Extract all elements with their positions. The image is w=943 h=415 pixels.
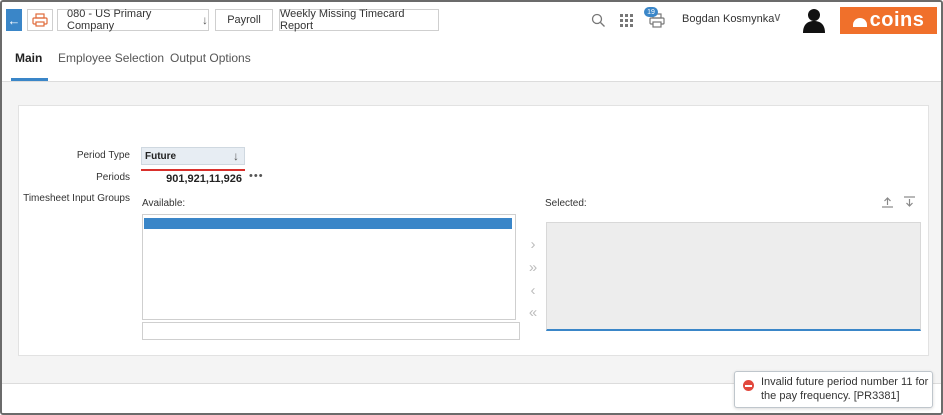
chevron-down-icon: ↓ <box>202 13 208 27</box>
breadcrumb-module[interactable]: Payroll <box>215 9 273 31</box>
move-left-icon[interactable]: ‹ <box>524 281 542 299</box>
back-arrow-icon[interactable]: ← <box>6 9 22 31</box>
breadcrumb-report-label: Weekly Missing Timecard Report <box>280 8 405 32</box>
tab-main[interactable]: Main <box>15 51 42 65</box>
timesheet-groups-label: Timesheet Input Groups <box>23 193 130 204</box>
top-bar: ← 080 - US Primary Company ↓ Payroll Wee… <box>2 2 941 38</box>
period-type-select[interactable]: Future ↓ <box>141 147 245 165</box>
print-button[interactable] <box>27 9 53 31</box>
periods-input[interactable] <box>141 169 245 186</box>
error-toast[interactable]: Invalid future period number 11 for the … <box>734 371 933 408</box>
breadcrumb-company-label: 080 - US Primary Company <box>67 8 152 32</box>
search-icon[interactable] <box>588 10 608 30</box>
selected-list[interactable] <box>546 222 921 331</box>
chevron-down-icon: ↓ <box>233 149 239 163</box>
user-name[interactable]: Bogdan Kosmynka <box>682 13 774 25</box>
brand-logo: coins <box>840 7 937 34</box>
dome-icon <box>852 18 867 27</box>
period-type-label: Period Type <box>76 150 130 161</box>
available-filter-input[interactable] <box>142 322 520 340</box>
move-all-left-icon[interactable]: « <box>524 303 542 321</box>
app-window: ← 080 - US Primary Company ↓ Payroll Wee… <box>0 0 943 415</box>
tab-employee-selection[interactable]: Employee Selection <box>58 51 164 65</box>
active-tab-indicator <box>11 78 48 81</box>
notification-badge: 19 <box>644 7 658 17</box>
chevron-down-icon[interactable]: ∨ <box>773 10 782 24</box>
tab-bar: Main Employee Selection Output Options <box>2 38 941 82</box>
print-icon <box>32 13 48 27</box>
apps-grid-icon[interactable] <box>616 10 636 30</box>
list-item[interactable] <box>144 218 512 229</box>
more-options-icon[interactable]: ••• <box>249 170 264 182</box>
breadcrumb-company[interactable]: 080 - US Primary Company ↓ <box>57 8 209 32</box>
available-list[interactable] <box>142 214 516 320</box>
error-message: Invalid future period number 11 for the … <box>761 376 929 402</box>
user-avatar-icon[interactable] <box>802 7 826 33</box>
move-right-icon[interactable]: › <box>524 235 542 253</box>
periods-label: Periods <box>96 172 130 183</box>
tab-output-options[interactable]: Output Options <box>170 51 251 65</box>
brand-name: coins <box>869 9 925 31</box>
period-type-value: Future <box>145 150 177 162</box>
move-down-icon[interactable] <box>902 195 916 209</box>
selected-label: Selected: <box>545 198 587 209</box>
move-all-right-icon[interactable]: » <box>524 258 542 276</box>
available-label: Available: <box>142 198 186 209</box>
error-icon <box>743 380 754 391</box>
breadcrumb-report[interactable]: Weekly Missing Timecard Report <box>279 8 439 32</box>
move-up-icon[interactable] <box>880 195 894 209</box>
breadcrumb-module-label: Payroll <box>227 14 261 26</box>
